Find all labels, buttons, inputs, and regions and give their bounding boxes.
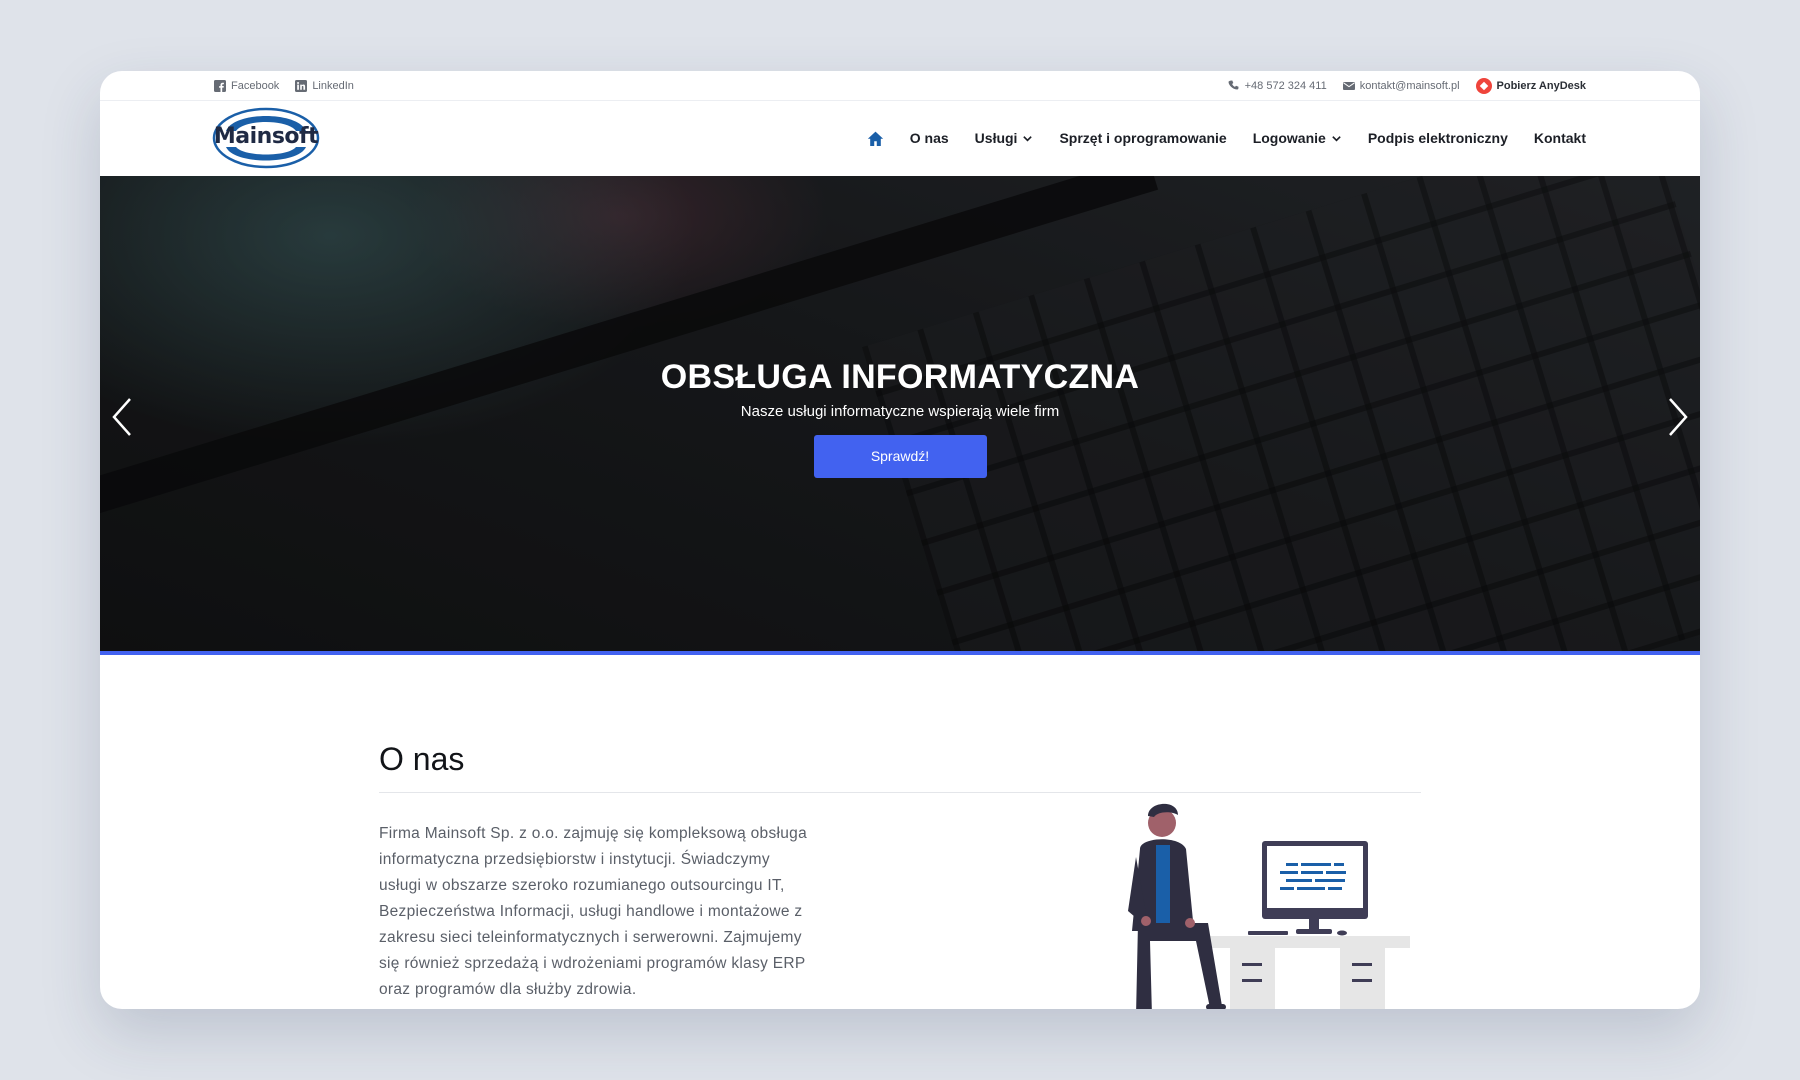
email-address: kontakt@mainsoft.pl xyxy=(1359,79,1460,92)
about-text: Firma Mainsoft Sp. z o.o. zajmuję się ko… xyxy=(379,825,808,998)
phone-link[interactable]: +48 572 324 411 xyxy=(1228,80,1327,92)
main-menu: O nas Usługi Sprzęt i oprogramowanie Log… xyxy=(867,130,1586,147)
linkedin-label: LinkedIn xyxy=(312,79,354,92)
chevron-down-icon xyxy=(1332,135,1341,142)
person-computer-illustration xyxy=(1128,803,1410,1009)
nav-label: Logowanie xyxy=(1252,130,1326,146)
main-navbar: Mainsoft O nas Usługi Sprzęt i oprogramo… xyxy=(100,101,1700,175)
about-title: O nas xyxy=(379,741,465,777)
phone-number: +48 572 324 411 xyxy=(1244,79,1327,92)
nav-label: Podpis elektroniczny xyxy=(1367,130,1508,146)
about-divider xyxy=(379,792,1421,793)
nav-label: Kontakt xyxy=(1533,130,1586,146)
nav-item-uslugi[interactable]: Usługi xyxy=(975,130,1034,146)
anydesk-label: Pobierz AnyDesk xyxy=(1496,79,1586,92)
slider-next-button[interactable] xyxy=(1666,397,1690,437)
hero-subtitle: Nasze usługi informatyczne wspierają wie… xyxy=(740,403,1060,420)
facebook-label: Facebook xyxy=(231,79,280,92)
nav-item-sprzet[interactable]: Sprzęt i oprogramowanie xyxy=(1059,130,1226,146)
hero-slider: OBSŁUGA INFORMATYCZNA Nasze usługi infor… xyxy=(100,176,1700,651)
nav-item-kontakt[interactable]: Kontakt xyxy=(1534,130,1586,146)
chevron-down-icon xyxy=(1023,135,1033,142)
facebook-link[interactable]: Facebook xyxy=(214,79,280,92)
nav-home[interactable] xyxy=(867,130,884,147)
chevron-left-icon xyxy=(112,398,131,436)
mainsoft-logo[interactable]: Mainsoft xyxy=(212,107,320,169)
nav-label: O nas xyxy=(909,130,949,146)
hero-title: OBSŁUGA INFORMATYCZNA xyxy=(660,358,1140,396)
anydesk-icon xyxy=(1475,77,1492,94)
contact-links: +48 572 324 411 kontakt@mainsoft.pl Pobi… xyxy=(1228,77,1586,94)
envelope-icon xyxy=(1342,81,1355,90)
home-icon xyxy=(867,131,883,146)
hero-content: OBSŁUGA INFORMATYCZNA Nasze usługi infor… xyxy=(100,358,1700,478)
nav-label: Usługi xyxy=(974,130,1018,146)
slider-prev-button[interactable] xyxy=(110,397,134,437)
nav-item-podpis[interactable]: Podpis elektroniczny xyxy=(1368,130,1508,146)
social-links: Facebook LinkedIn xyxy=(214,79,354,92)
nav-item-logowanie[interactable]: Logowanie xyxy=(1253,130,1342,146)
top-bar: Facebook LinkedIn +48 572 324 411 kontak… xyxy=(100,71,1700,101)
hero-accent-line xyxy=(100,651,1700,655)
email-link[interactable]: kontakt@mainsoft.pl xyxy=(1342,79,1460,92)
facebook-icon xyxy=(214,79,226,92)
anydesk-link[interactable]: Pobierz AnyDesk xyxy=(1475,77,1586,94)
hero-cta-button[interactable]: Sprawdź! xyxy=(813,435,987,478)
linkedin-icon xyxy=(295,79,308,92)
browser-window: Facebook LinkedIn +48 572 324 411 kontak… xyxy=(100,71,1700,1009)
logo-text: Mainsoft xyxy=(213,124,319,149)
nav-label: Sprzęt i oprogramowanie xyxy=(1059,130,1227,146)
chevron-right-icon xyxy=(1669,398,1688,436)
phone-icon xyxy=(1228,80,1239,89)
nav-item-o-nas[interactable]: O nas xyxy=(910,130,949,146)
linkedin-link[interactable]: LinkedIn xyxy=(295,79,354,92)
